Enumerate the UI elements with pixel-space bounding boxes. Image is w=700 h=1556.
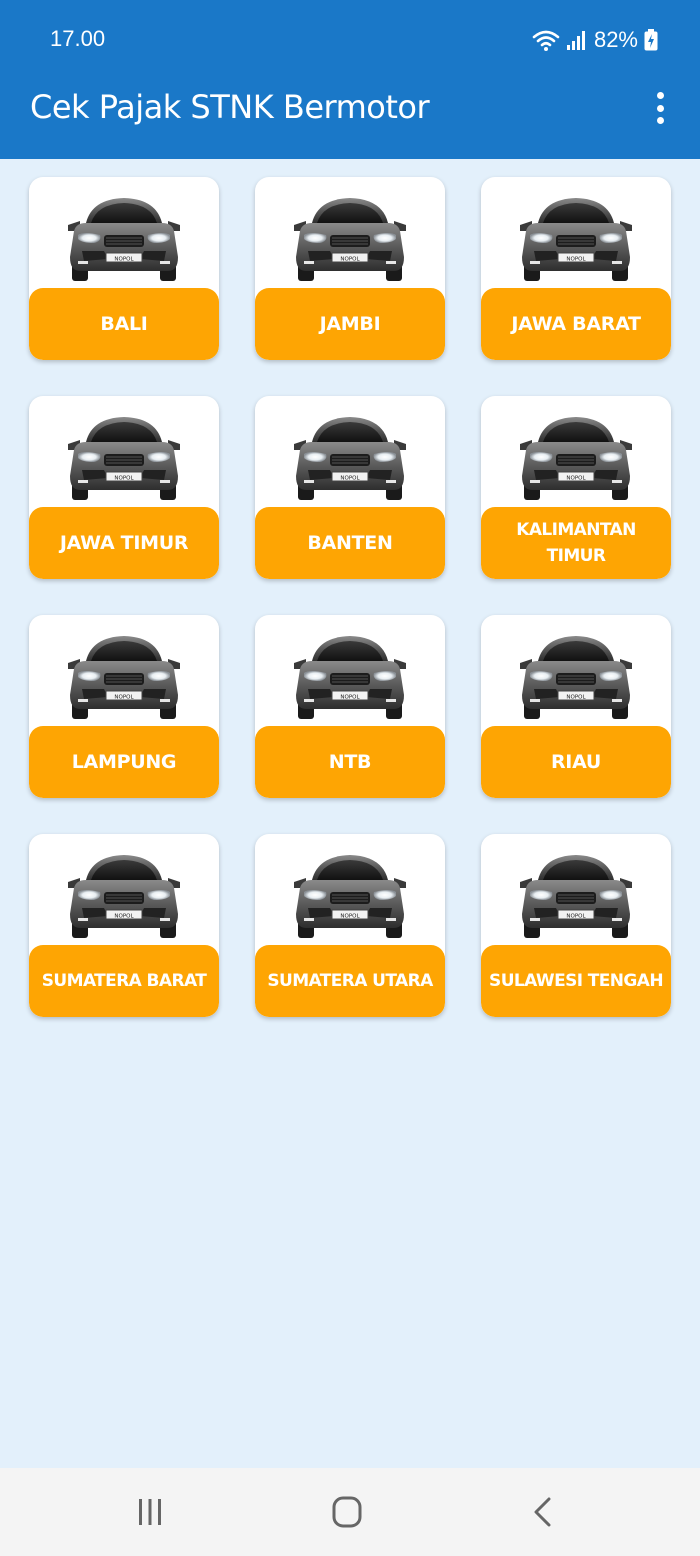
province-card[interactable]: NOPOL LAMPUNG: [29, 615, 219, 798]
car-icon: NOPOL: [519, 416, 633, 501]
page-title: Cek Pajak STNK Bermotor: [30, 88, 430, 126]
plate-text: NOPOL: [566, 694, 586, 700]
wifi-icon: [532, 30, 560, 51]
province-label: LAMPUNG: [29, 726, 219, 798]
more-vert-icon[interactable]: [648, 88, 672, 128]
car-icon: NOPOL: [519, 197, 633, 282]
battery-charging-icon: [644, 29, 658, 51]
car-icon: NOPOL: [67, 416, 181, 501]
province-label: BALI: [29, 288, 219, 360]
plate-text: NOPOL: [340, 256, 360, 262]
province-label: BANTEN: [255, 507, 445, 579]
plate-text: NOPOL: [114, 256, 134, 262]
plate-text: NOPOL: [566, 475, 586, 481]
signal-icon: [566, 31, 585, 50]
car-icon: NOPOL: [293, 854, 407, 939]
province-card[interactable]: NOPOL BALI: [29, 177, 219, 360]
province-card[interactable]: NOPOL KALIMANTAN TIMUR: [481, 396, 671, 579]
car-icon: NOPOL: [293, 197, 407, 282]
app-bar: 17.00 82% Cek Pajak STNK Bermotor: [0, 0, 700, 159]
province-card[interactable]: NOPOL JAWA TIMUR: [29, 396, 219, 579]
plate-text: NOPOL: [114, 913, 134, 919]
province-card[interactable]: NOPOL SUMATERA BARAT: [29, 834, 219, 1017]
province-label: RIAU: [481, 726, 671, 798]
back-icon[interactable]: [522, 1494, 562, 1530]
car-icon: NOPOL: [519, 854, 633, 939]
province-card[interactable]: NOPOL BANTEN: [255, 396, 445, 579]
province-card[interactable]: NOPOL SULAWESI TENGAH: [481, 834, 671, 1017]
plate-text: NOPOL: [566, 913, 586, 919]
battery-percent: 82%: [593, 27, 638, 52]
province-label: SULAWESI TENGAH: [481, 945, 671, 1017]
car-icon: NOPOL: [67, 854, 181, 939]
province-label: SUMATERA UTARA: [255, 945, 445, 1017]
province-label: JAWA TIMUR: [29, 507, 219, 579]
province-label: SUMATERA BARAT: [29, 945, 219, 1017]
plate-text: NOPOL: [566, 256, 586, 262]
status-time: 17.00: [50, 26, 106, 51]
car-icon: NOPOL: [293, 416, 407, 501]
car-icon: NOPOL: [67, 635, 181, 720]
province-card[interactable]: NOPOL RIAU: [481, 615, 671, 798]
car-icon: NOPOL: [67, 197, 181, 282]
province-card[interactable]: NOPOL JAWA BARAT: [481, 177, 671, 360]
plate-text: NOPOL: [114, 694, 134, 700]
plate-text: NOPOL: [114, 475, 134, 481]
car-icon: NOPOL: [519, 635, 633, 720]
province-label: JAMBI: [255, 288, 445, 360]
home-icon[interactable]: [327, 1494, 367, 1530]
recent-apps-icon[interactable]: [130, 1494, 170, 1530]
province-label: KALIMANTAN TIMUR: [481, 507, 671, 579]
plate-text: NOPOL: [340, 913, 360, 919]
plate-text: NOPOL: [340, 694, 360, 700]
province-card[interactable]: NOPOL SUMATERA UTARA: [255, 834, 445, 1017]
province-label: NTB: [255, 726, 445, 798]
province-label: JAWA BARAT: [481, 288, 671, 360]
car-icon: NOPOL: [293, 635, 407, 720]
status-icons: 82%: [532, 24, 658, 56]
province-card[interactable]: NOPOL NTB: [255, 615, 445, 798]
plate-text: NOPOL: [340, 475, 360, 481]
navigation-bar: [0, 1468, 700, 1556]
province-card[interactable]: NOPOL JAMBI: [255, 177, 445, 360]
